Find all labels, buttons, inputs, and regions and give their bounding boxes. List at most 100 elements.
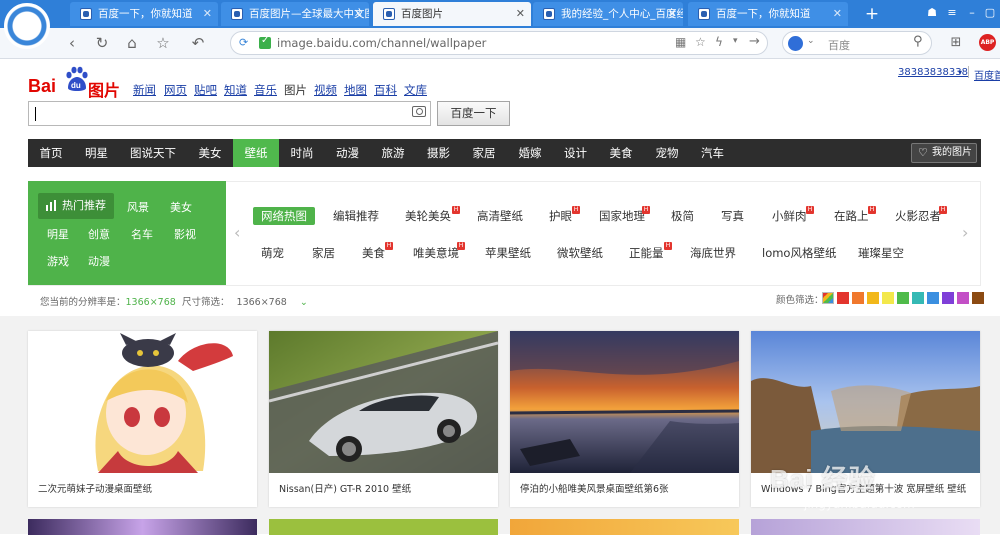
category-home[interactable]: 首页 [28, 139, 74, 167]
category-photography[interactable]: 摄影 [416, 139, 461, 167]
address-bar[interactable]: ⟳ image.baidu.com/channel/wallpaper ▦ ☆ … [230, 31, 768, 55]
color-swatch[interactable] [927, 292, 939, 304]
color-swatch[interactable] [867, 292, 879, 304]
tag-cute-pets[interactable]: 萌宠 [261, 245, 284, 261]
wallpaper-card-partial[interactable] [269, 519, 498, 535]
color-swatch[interactable] [972, 292, 984, 304]
refresh-small-icon[interactable]: ⟳ [239, 36, 248, 49]
search-placeholder[interactable]: 百度 [828, 37, 850, 53]
category-wallpaper-active[interactable]: 壁纸 [233, 139, 279, 167]
bookmark-star-icon[interactable]: ☆ [695, 35, 706, 49]
card-caption[interactable]: 停泊的小船唯美风景桌面壁纸第6张 [520, 481, 669, 495]
subcat-beauty[interactable]: 美女 [170, 199, 192, 215]
subcat-games[interactable]: 游戏 [47, 253, 69, 269]
card-caption[interactable]: Windows 7 Bing官方主题第十波 宽屏壁纸 壁纸 [761, 481, 966, 495]
wallpaper-card[interactable]: Windows 7 Bing官方主题第十波 宽屏壁纸 壁纸 [751, 331, 980, 507]
tag-eye-care[interactable]: 护眼 [549, 208, 572, 224]
browser-logo-icon[interactable] [4, 3, 50, 49]
tag-on-the-road[interactable]: 在路上 [834, 208, 869, 224]
browser-tab-2[interactable]: 百度图片—全球最大中文图 ✕ [221, 2, 369, 26]
wallpaper-card[interactable]: Nissan(日产) GT-R 2010 壁纸 [269, 331, 498, 507]
chevron-down-icon[interactable]: ⌄ [807, 36, 815, 46]
category-design[interactable]: 设计 [553, 139, 598, 167]
browser-search-box[interactable]: ⌄ 百度 ⚲ [782, 31, 932, 55]
tag-hd-wallpaper[interactable]: 高清壁纸 [477, 208, 523, 224]
tag-microsoft-wallpaper[interactable]: 微软壁纸 [557, 245, 603, 261]
color-swatch[interactable] [942, 292, 954, 304]
apps-grid-icon[interactable]: ⊞ [946, 33, 966, 53]
wallpaper-card-partial[interactable] [28, 519, 257, 535]
camera-icon[interactable] [412, 106, 426, 117]
color-swatch[interactable] [852, 292, 864, 304]
category-pets[interactable]: 宠物 [644, 139, 690, 167]
category-cars[interactable]: 汽车 [690, 139, 735, 167]
close-icon[interactable]: ✕ [203, 2, 212, 26]
nav-zhidao[interactable]: 知道 [224, 82, 247, 98]
nav-video[interactable]: 视频 [314, 82, 337, 98]
tag-natgeo[interactable]: 国家地理 [599, 208, 645, 224]
category-wedding[interactable]: 婚嫁 [507, 139, 553, 167]
wallpaper-card-partial[interactable] [510, 519, 739, 535]
subcat-celebrity[interactable]: 明星 [47, 226, 69, 242]
wallpaper-card[interactable]: 停泊的小船唯美风景桌面壁纸第6张 [510, 331, 739, 507]
user-dropdown-icon[interactable]: ▾ [958, 68, 962, 77]
browser-tab-1[interactable]: 百度一下，你就知道 ✕ [70, 2, 218, 26]
category-world[interactable]: 图说天下 [119, 139, 187, 167]
wallpaper-card[interactable]: 二次元萌妹子动漫桌面壁纸 [28, 331, 257, 507]
card-caption[interactable]: 二次元萌妹子动漫桌面壁纸 [38, 481, 152, 495]
category-food[interactable]: 美食 [598, 139, 644, 167]
hot-recommend-button[interactable]: 热门推荐 [38, 193, 114, 219]
baidu-home-link[interactable]: 百度首 [974, 67, 1000, 82]
url-text[interactable]: image.baidu.com/channel/wallpaper [277, 36, 486, 50]
subcat-creative[interactable]: 创意 [88, 226, 110, 242]
subcat-anime[interactable]: 动漫 [88, 253, 110, 269]
search-button[interactable]: 百度一下 [437, 101, 510, 126]
tag-stunning[interactable]: 美轮美奂 [405, 208, 451, 224]
my-pictures-button[interactable]: 我的图片 [911, 143, 977, 163]
go-arrow-icon[interactable]: → [749, 34, 760, 49]
close-icon[interactable]: ✕ [668, 2, 677, 26]
browser-tab-3-active[interactable]: 百度图片 ✕ [373, 2, 531, 26]
search-icon[interactable]: ⚲ [913, 34, 923, 49]
subcat-movies[interactable]: 影视 [174, 226, 196, 242]
restore-icon[interactable]: ▢ [983, 6, 997, 20]
tag-editor-pick[interactable]: 编辑推荐 [333, 208, 379, 224]
category-travel[interactable]: 旅游 [370, 139, 416, 167]
tag-portrait[interactable]: 写真 [721, 208, 744, 224]
tag-starry-sky[interactable]: 璀璨星空 [858, 245, 904, 261]
nav-news[interactable]: 新闻 [133, 82, 156, 98]
size-filter[interactable]: 尺寸筛选： 1366×768 ⌄ [182, 294, 308, 308]
category-fashion[interactable]: 时尚 [279, 139, 325, 167]
nav-baike[interactable]: 百科 [374, 82, 397, 98]
tag-minimal[interactable]: 极简 [671, 208, 694, 224]
image-search-input[interactable] [28, 101, 431, 126]
tag-dreamy[interactable]: 唯美意境 [413, 245, 459, 261]
nav-music[interactable]: 音乐 [254, 82, 277, 98]
color-swatch[interactable] [957, 292, 969, 304]
chevron-down-icon[interactable]: ⌄ [300, 297, 308, 308]
category-celebrity[interactable]: 明星 [74, 139, 119, 167]
wallpaper-card-partial[interactable] [751, 519, 980, 535]
color-swatch-all[interactable] [822, 292, 834, 304]
subcat-cars[interactable]: 名车 [131, 226, 153, 242]
color-swatch[interactable] [882, 292, 894, 304]
tag-positive-energy[interactable]: 正能量 [629, 245, 664, 261]
card-caption[interactable]: Nissan(日产) GT-R 2010 壁纸 [279, 481, 411, 495]
tag-apple-wallpaper[interactable]: 苹果壁纸 [485, 245, 531, 261]
baidu-engine-icon[interactable] [788, 36, 803, 51]
size-value[interactable]: 1366×768 [237, 297, 287, 308]
category-anime[interactable]: 动漫 [325, 139, 370, 167]
nav-web[interactable]: 网页 [164, 82, 187, 98]
color-swatch[interactable] [837, 292, 849, 304]
category-home-decor[interactable]: 家居 [461, 139, 507, 167]
tag-underwater[interactable]: 海底世界 [690, 245, 736, 261]
dropdown-arrow-icon[interactable]: ▾ [733, 36, 738, 46]
close-icon[interactable]: ✕ [516, 2, 525, 26]
subcat-scenery[interactable]: 风景 [127, 199, 149, 215]
menu-icon[interactable]: ≡ [945, 6, 959, 20]
close-icon[interactable]: ✕ [354, 2, 363, 26]
nav-wenku[interactable]: 文库 [404, 82, 427, 98]
new-tab-button[interactable]: + [860, 2, 884, 26]
home-icon[interactable]: ⌂ [122, 33, 142, 53]
tag-young-idol[interactable]: 小鲜肉 [772, 208, 807, 224]
